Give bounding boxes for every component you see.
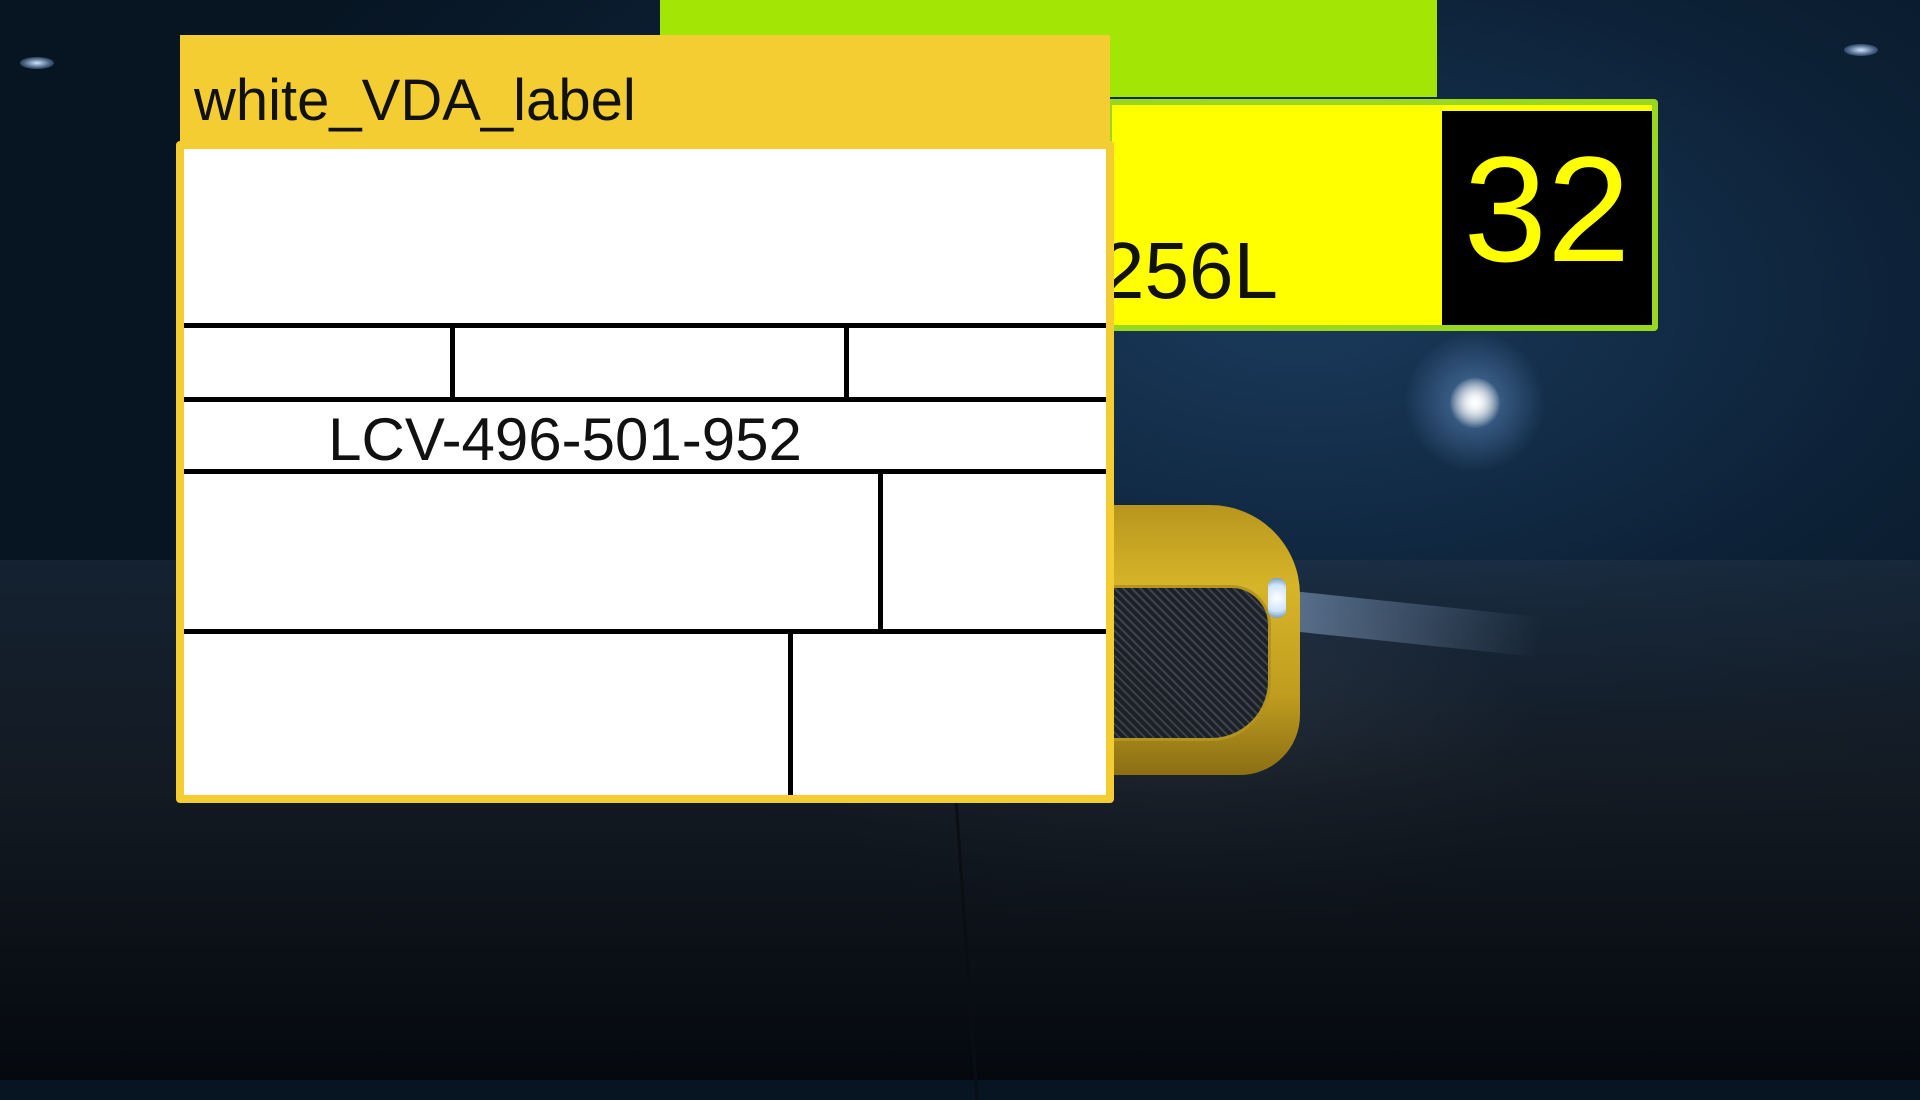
white-label-title: white_VDA_label (194, 68, 636, 133)
green-label-code: 256L (1100, 226, 1278, 315)
row-divider (184, 323, 1106, 328)
spot-light (1450, 378, 1500, 428)
white-label-header[interactable]: white_VDA_label (180, 35, 1110, 147)
row-divider (184, 397, 1106, 402)
ceiling-lamp-left (20, 57, 54, 69)
car-grille (1110, 585, 1271, 741)
green-label-number-box: 32 (1442, 111, 1652, 325)
column-divider (878, 469, 883, 633)
green-label-number: 32 (1463, 125, 1631, 293)
column-divider (788, 629, 793, 795)
row-divider (184, 629, 1106, 634)
green-label-card[interactable]: 256L 32 (1100, 99, 1658, 331)
white-label-code: LCV-496-501-952 (328, 406, 802, 473)
white-label-card[interactable]: LCV-496-501-952 (176, 141, 1114, 803)
column-divider (450, 323, 455, 401)
column-divider (844, 323, 849, 401)
ceiling-lamp-right (1844, 44, 1878, 56)
car-headlight (1268, 578, 1286, 618)
row-divider (184, 469, 1106, 474)
